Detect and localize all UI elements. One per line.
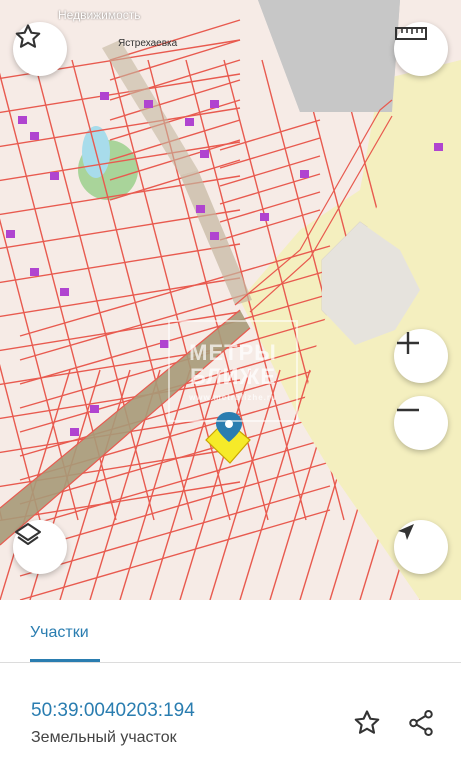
place-label: Ястрехаевка — [118, 38, 178, 49]
watermark-line-2: БЛИЖЕ — [189, 363, 277, 389]
structure-marker — [18, 116, 27, 124]
structure-marker — [144, 100, 153, 108]
structure-marker — [260, 213, 269, 221]
zoom-in-button[interactable] — [394, 329, 448, 383]
tab-plots[interactable]: Участки — [30, 624, 89, 642]
structure-marker — [434, 143, 443, 151]
structure-marker — [210, 100, 219, 108]
structure-marker — [6, 230, 15, 238]
bottom-sheet: Участки 50:39:0040203:194 Земельный учас… — [0, 600, 461, 768]
structure-marker — [300, 170, 309, 178]
watermark-url: www.metrblizhe.ru — [189, 392, 277, 402]
cadastral-number-link[interactable]: 50:39:0040203:194 — [31, 700, 195, 722]
structure-marker — [50, 172, 59, 180]
minus-icon — [397, 408, 419, 412]
share-button[interactable] — [404, 706, 438, 740]
star-outline-icon — [354, 710, 380, 734]
ruler-icon — [395, 27, 427, 40]
structure-marker — [210, 232, 219, 240]
layers-icon — [15, 523, 41, 545]
structure-marker — [70, 428, 79, 436]
share-icon — [409, 710, 433, 736]
structure-marker — [90, 405, 99, 413]
structure-marker — [196, 205, 205, 213]
locate-me-button[interactable] — [394, 520, 448, 574]
structure-marker — [60, 288, 69, 296]
layers-button[interactable] — [13, 520, 67, 574]
object-type-label: Земельный участок — [31, 729, 177, 746]
star-icon — [15, 24, 41, 48]
watermark: МЕТРЫ БЛИЖЕ www.metrblizhe.ru — [168, 320, 298, 422]
watermark-line-1: МЕТРЫ — [189, 339, 277, 365]
plus-icon — [397, 332, 419, 354]
map-view[interactable]: Недвижимость Ястрехаевка МЕТРЫ БЛИЖЕ www… — [0, 0, 461, 600]
navigation-arrow-icon — [398, 524, 414, 540]
zoom-out-button[interactable] — [394, 396, 448, 450]
structure-marker — [100, 92, 109, 100]
favorite-button[interactable] — [350, 706, 384, 740]
favorite-map-button[interactable] — [13, 22, 67, 76]
divider — [0, 662, 461, 663]
ruler-button[interactable] — [394, 22, 448, 76]
structure-marker — [30, 132, 39, 140]
structure-marker — [30, 268, 39, 276]
map-top-label: Недвижимость — [58, 8, 141, 22]
cadastral-map-canvas[interactable] — [0, 0, 461, 600]
structure-marker — [200, 150, 209, 158]
structure-marker — [185, 118, 194, 126]
